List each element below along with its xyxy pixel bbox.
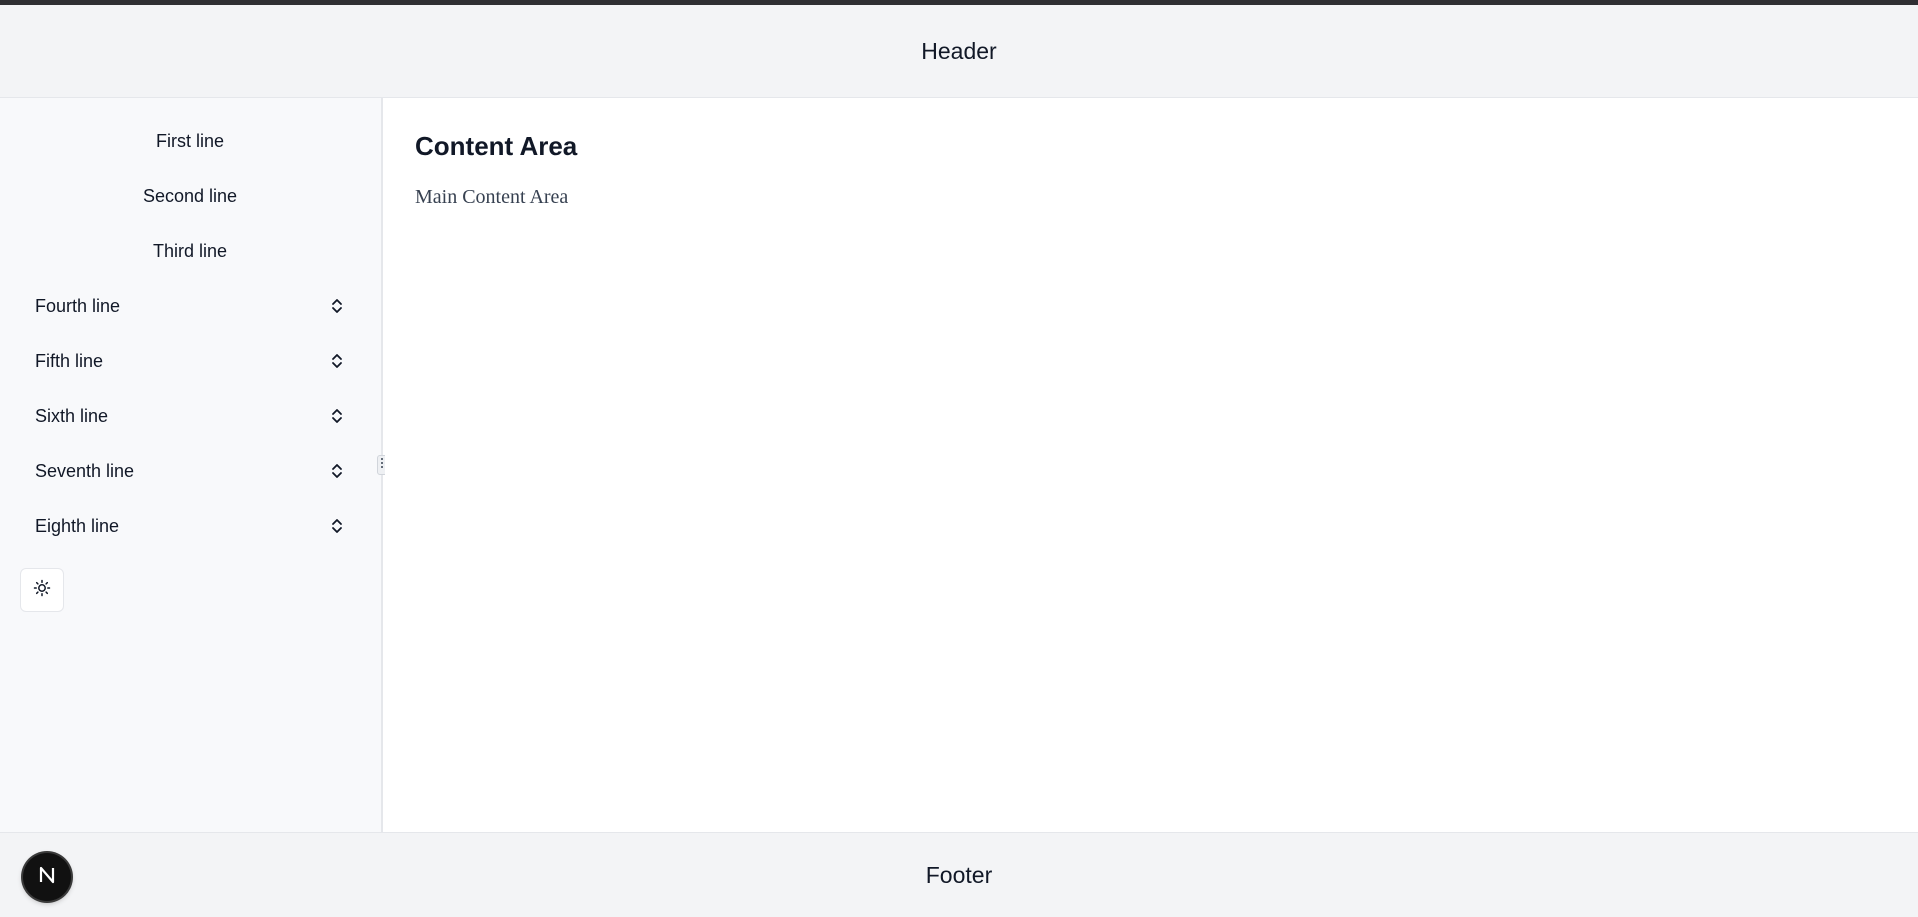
chevron-up-down-icon[interactable] xyxy=(329,350,345,372)
nextjs-logo-button[interactable] xyxy=(23,853,71,901)
chevron-up-down-icon[interactable] xyxy=(329,460,345,482)
sidebar-item-fourth-line[interactable]: Fourth line xyxy=(35,291,345,321)
sidebar-item-label: Fifth line xyxy=(35,350,104,371)
sidebar-item-label: Sixth line xyxy=(35,405,109,426)
sidebar: First line Second line Third line Fourth… xyxy=(0,98,383,832)
chevron-up-down-icon[interactable] xyxy=(329,515,345,537)
sidebar-item-fifth-line[interactable]: Fifth line xyxy=(35,346,345,376)
chevron-up-down-icon[interactable] xyxy=(329,295,345,317)
page-title: Content Area xyxy=(415,131,578,161)
sidebar-item-label: Fourth line xyxy=(35,295,121,316)
sidebar-item-eighth-line[interactable]: Eighth line xyxy=(35,511,345,541)
theme-toggle-button[interactable] xyxy=(20,568,64,612)
sidebar-item-label: Second line xyxy=(142,185,238,206)
sidebar-item-sixth-line[interactable]: Sixth line xyxy=(35,401,345,431)
sidebar-item-label: Eighth line xyxy=(35,515,120,536)
content-text: Main Content Area xyxy=(415,186,569,208)
sidebar-item-first-line[interactable]: First line xyxy=(35,126,345,156)
content-area: Content Area Main Content Area xyxy=(385,98,1918,832)
chevron-up-down-icon[interactable] xyxy=(329,405,345,427)
sidebar-item-label: Seventh line xyxy=(35,460,135,481)
footer-text: Footer xyxy=(925,861,993,888)
page-footer: Footer xyxy=(0,832,1918,917)
sidebar-item-label: Third line xyxy=(152,240,228,261)
n-logo-icon xyxy=(36,864,58,891)
header-title: Header xyxy=(921,37,997,64)
sidebar-item-seventh-line[interactable]: Seventh line xyxy=(35,456,345,486)
sun-icon xyxy=(33,579,51,602)
sidebar-item-third-line[interactable]: Third line xyxy=(35,236,345,266)
sidebar-item-label: First line xyxy=(155,130,224,151)
sidebar-item-second-line[interactable]: Second line xyxy=(35,181,345,211)
page-header: Header xyxy=(0,5,1918,98)
